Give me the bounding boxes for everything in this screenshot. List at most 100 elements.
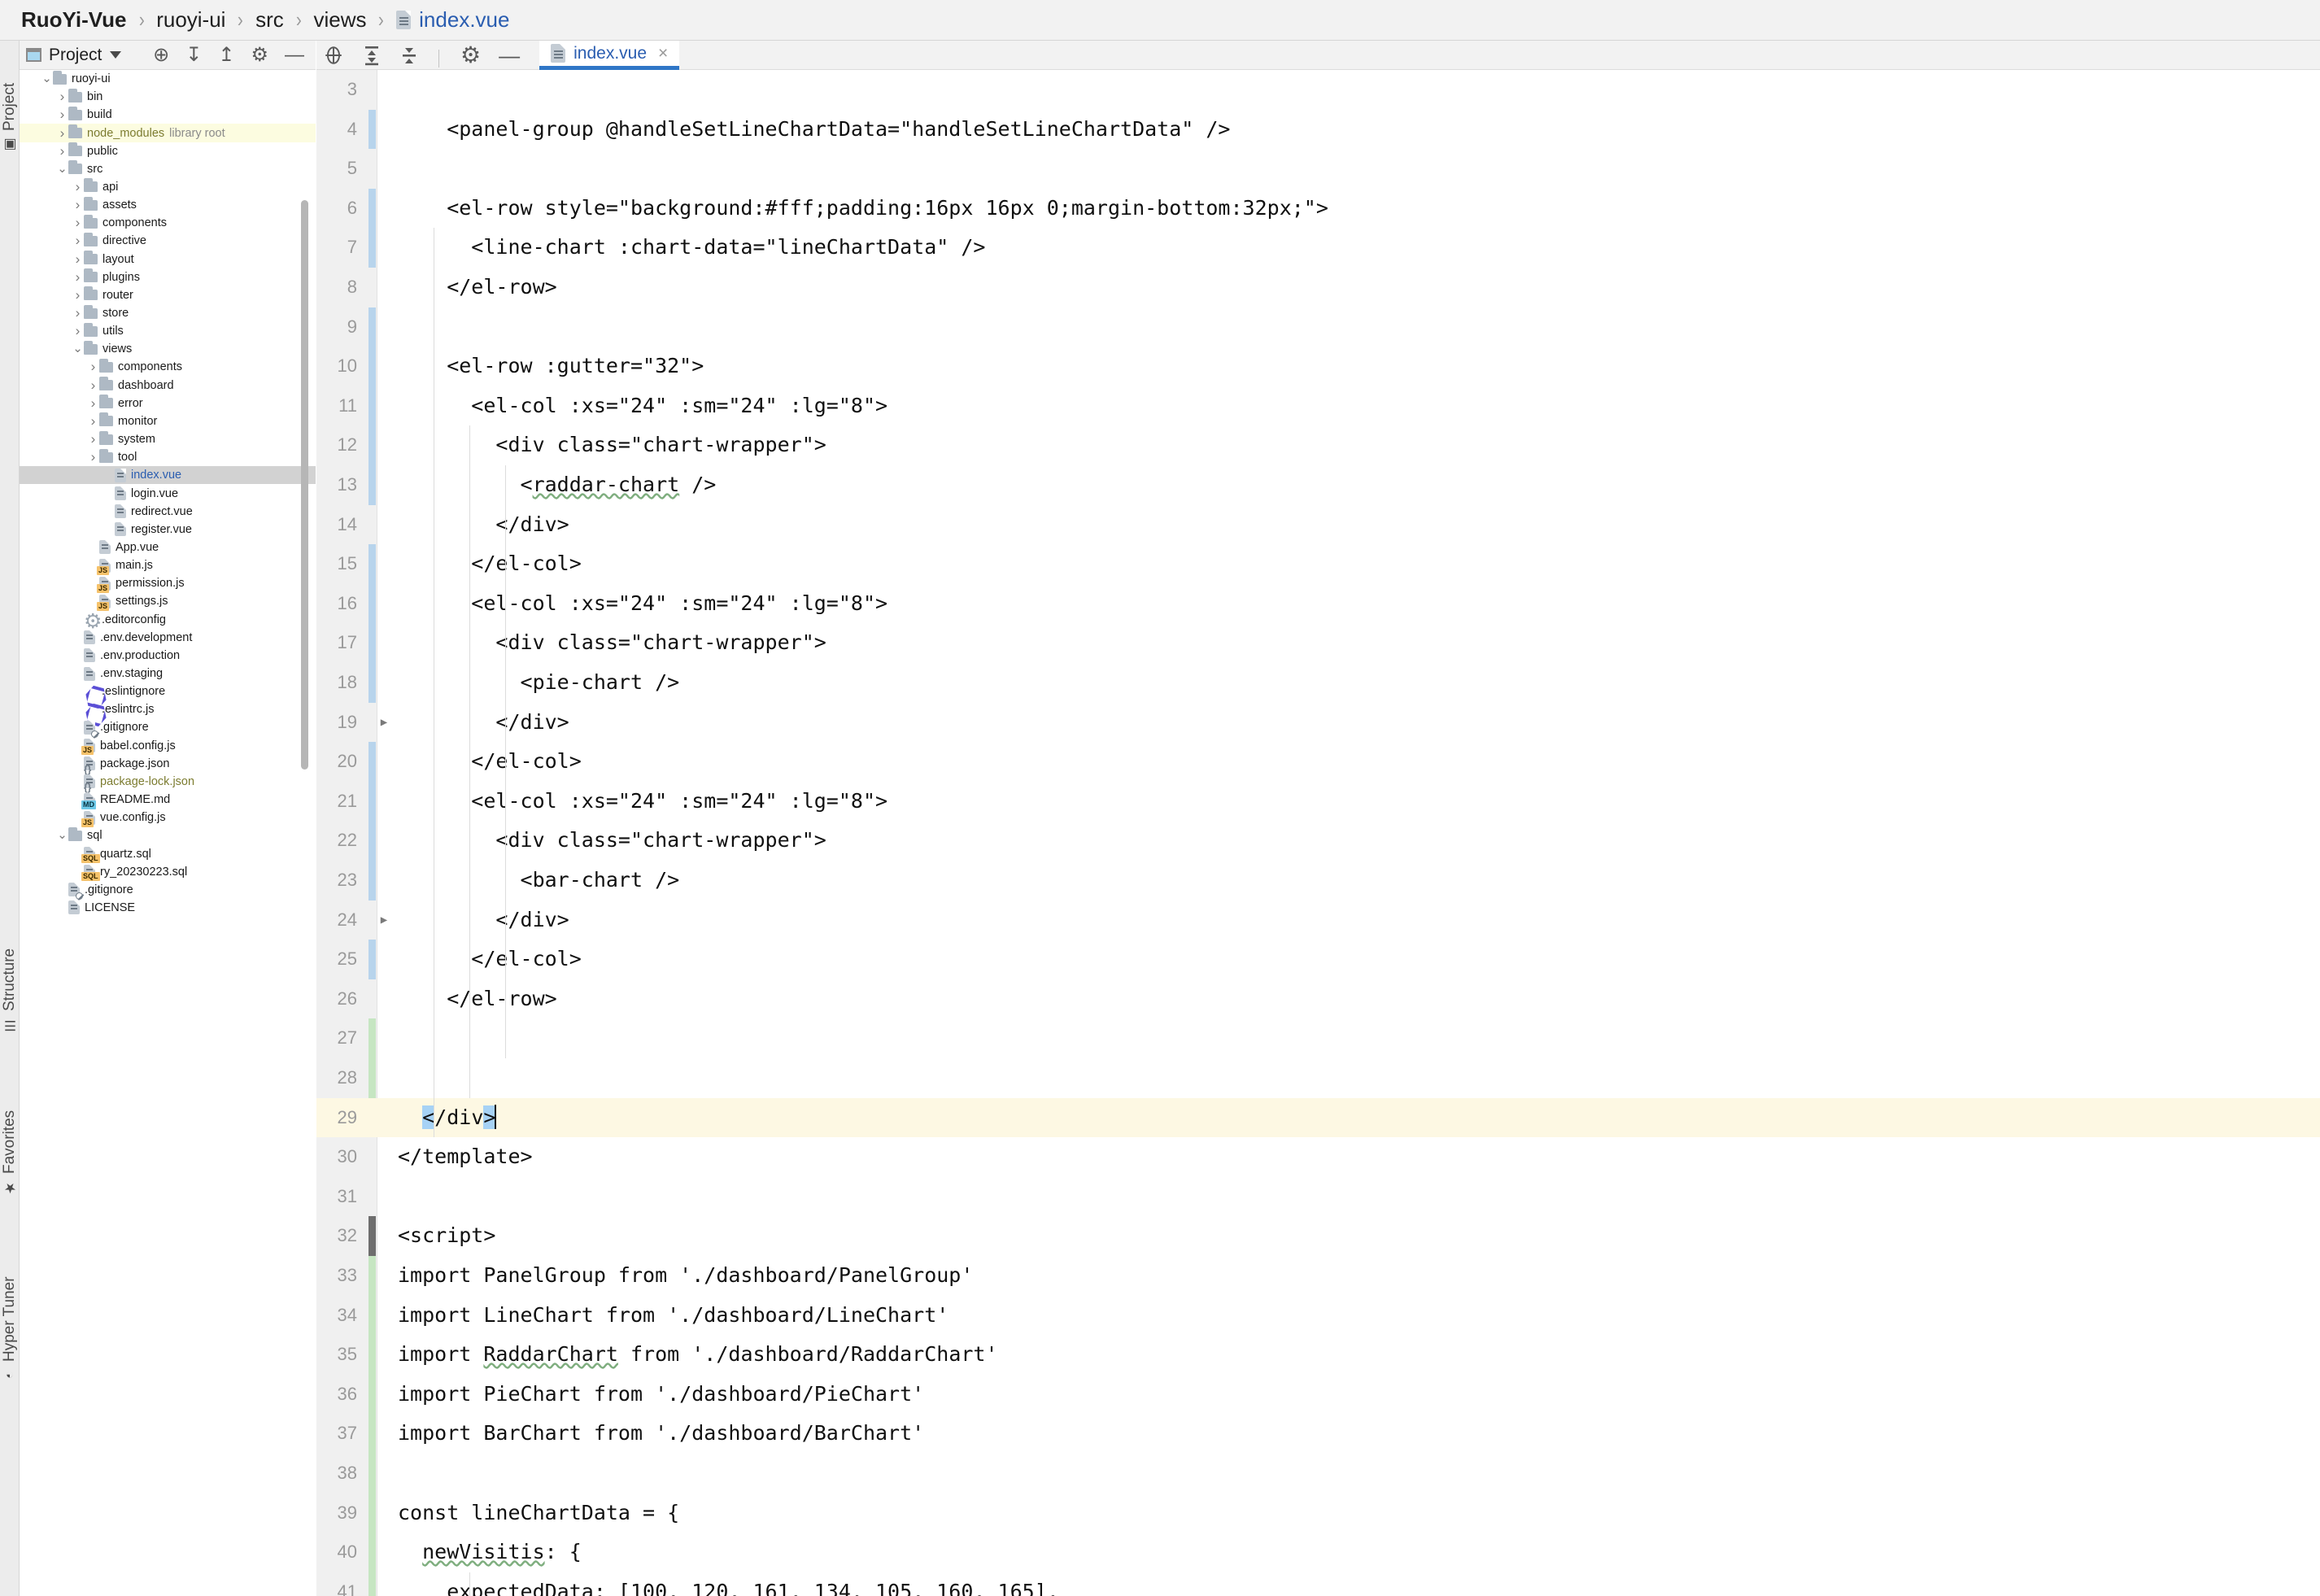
tree-folder-node_modules[interactable]: › node_modules library root (20, 124, 316, 142)
tree-folder-store[interactable]: › store (20, 304, 316, 322)
vcs-change-marker[interactable] (368, 1018, 376, 1058)
tree-file-permission.js[interactable]: JS permission.js (20, 574, 316, 593)
tree-file-.gitignore[interactable]: .gitignore (20, 881, 316, 900)
chevron-down-icon[interactable]: ⌄ (56, 163, 68, 175)
tree-file-vue.config.js[interactable]: JS vue.config.js (20, 809, 316, 827)
vcs-change-marker[interactable] (368, 663, 376, 703)
vcs-change-marker[interactable] (368, 940, 376, 979)
code-line-41[interactable]: 41 expectedData: [100, 120, 161, 134, 10… (316, 1572, 2320, 1596)
code-line-7[interactable]: 7 <line-chart :chart-data="lineChartData… (316, 228, 2320, 268)
code-line-15[interactable]: 15 </el-col> (316, 544, 2320, 584)
fold-arrow-icon[interactable]: ▶ (378, 900, 390, 940)
tree-file-.editorconfig[interactable]: .editorconfig (20, 611, 316, 629)
tree-file-.eslintignore[interactable]: .eslintignore (20, 682, 316, 700)
chevron-down-icon[interactable] (110, 51, 122, 59)
chevron-right-icon[interactable]: › (72, 324, 84, 338)
vcs-change-marker[interactable] (368, 1572, 376, 1596)
code-line-29[interactable]: 29 </div> (316, 1097, 2320, 1138)
tree-folder-assets[interactable]: › assets (20, 196, 316, 214)
tree-folder-layout[interactable]: › layout (20, 251, 316, 268)
vcs-change-marker[interactable] (368, 1493, 376, 1533)
tree-file-main.js[interactable]: JS main.js (20, 556, 316, 575)
tree-file-README.md[interactable]: MD README.md (20, 791, 316, 809)
vcs-change-marker[interactable] (368, 188, 376, 229)
project-file-tree[interactable]: ⌄ ruoyi-ui › bin › build › node_modules library … (20, 70, 316, 1596)
vcs-change-marker[interactable] (368, 821, 376, 861)
code-line-27[interactable]: 27 (316, 1018, 2320, 1058)
tree-file-package.json[interactable]: {} package.json (20, 755, 316, 774)
settings-gear-icon[interactable]: ⚙ (460, 44, 481, 67)
tree-folder-sql[interactable]: ⌄ sql (20, 826, 316, 844)
tree-folder-router[interactable]: › router (20, 286, 316, 304)
tree-file-.env.development[interactable]: .env.development (20, 629, 316, 647)
sidebar-item-project[interactable]: ▣ Project (0, 47, 20, 153)
code-line-38[interactable]: 38 (316, 1454, 2320, 1494)
breadcrumb-item-ruoyi-ui[interactable]: ruoyi-ui (156, 7, 225, 33)
vcs-change-marker[interactable] (368, 1216, 376, 1256)
tab-index-vue[interactable]: index.vue × (539, 41, 680, 70)
vcs-change-marker[interactable] (368, 781, 376, 822)
vcs-change-marker[interactable] (368, 861, 376, 900)
code-line-37[interactable]: 37 import BarChart from './dashboard/BarC… (316, 1414, 2320, 1454)
tree-folder-error[interactable]: › error (20, 395, 316, 412)
code-line-35[interactable]: 35 import RaddarChart from './dashboard/R… (316, 1335, 2320, 1375)
vcs-change-marker[interactable] (368, 742, 376, 782)
chevron-right-icon[interactable]: › (87, 396, 99, 410)
code-editor[interactable]: 34 <panel-group @handleSetLineChartData=… (316, 70, 2320, 1596)
vcs-change-marker[interactable] (368, 425, 376, 465)
chevron-right-icon[interactable]: › (72, 270, 84, 284)
tree-folder-plugins[interactable]: › plugins (20, 268, 316, 286)
tree-folder-dashboard[interactable]: › dashboard (20, 377, 316, 395)
vcs-change-marker[interactable] (368, 1454, 376, 1494)
tree-folder-tool[interactable]: › tool (20, 448, 316, 466)
vcs-change-marker[interactable] (368, 109, 376, 150)
tree-file-settings.js[interactable]: JS settings.js (20, 592, 316, 611)
tree-file-ry_20230223.sql[interactable]: SQL ry_20230223.sql (20, 863, 316, 882)
vcs-change-marker[interactable] (368, 228, 376, 268)
tree-file-.gitignore[interactable]: .gitignore (20, 718, 316, 738)
breadcrumb-item-index-vue[interactable]: index.vue (419, 7, 509, 33)
tree-folder-api[interactable]: › api (20, 178, 316, 196)
expand-all-icon[interactable] (362, 45, 382, 66)
code-line-23[interactable]: 23 <bar-chart /> (316, 861, 2320, 900)
tree-file-babel.config.js[interactable]: JS babel.config.js (20, 737, 316, 756)
chevron-right-icon[interactable]: › (72, 233, 84, 247)
chevron-down-icon[interactable]: ⌄ (41, 72, 53, 85)
vcs-change-marker[interactable] (368, 1335, 376, 1375)
chevron-right-icon[interactable]: › (87, 450, 99, 464)
tree-folder-utils[interactable]: › utils (20, 322, 316, 340)
sidebar-item-hyper-tuner[interactable]: ◔ Hyper Tuner (0, 1212, 20, 1383)
vcs-change-marker[interactable] (368, 623, 376, 663)
chevron-right-icon[interactable]: › (72, 288, 84, 302)
chevron-right-icon[interactable]: › (56, 107, 68, 121)
code-line-24[interactable]: 24 ▶ </div> (316, 900, 2320, 940)
code-line-17[interactable]: 17 <div class="chart-wrapper"> (316, 623, 2320, 663)
tree-folder-public[interactable]: › public (20, 142, 316, 160)
tree-file-.eslintrc.js[interactable]: .eslintrc.js (20, 700, 316, 718)
code-line-33[interactable]: 33 import PanelGroup from './dashboard/Pa… (316, 1256, 2320, 1296)
vcs-change-marker[interactable] (368, 1256, 376, 1296)
code-line-40[interactable]: 40 newVisitis: { (316, 1533, 2320, 1572)
collapse-all-icon[interactable] (399, 45, 419, 66)
chevron-right-icon[interactable]: › (87, 432, 99, 446)
code-line-30[interactable]: 30 </template> (316, 1137, 2320, 1177)
tree-file-package-lock.json[interactable]: {} package-lock.json (20, 773, 316, 792)
chevron-right-icon[interactable]: › (72, 198, 84, 211)
tree-file-.env.staging[interactable]: .env.staging (20, 665, 316, 682)
chevron-right-icon[interactable]: › (87, 378, 99, 392)
vcs-change-marker[interactable] (368, 1414, 376, 1454)
tree-folder-components[interactable]: › components (20, 358, 316, 376)
code-line-32[interactable]: 32 <script> (316, 1216, 2320, 1256)
code-line-34[interactable]: 34 import LineChart from './dashboard/Lin… (316, 1295, 2320, 1336)
chevron-right-icon[interactable]: › (72, 252, 84, 266)
tree-file-register.vue[interactable]: register.vue (20, 521, 316, 539)
settings-gear-icon[interactable]: ⚙ (251, 45, 268, 64)
code-line-25[interactable]: 25 </el-col> (316, 940, 2320, 979)
tree-file-App.vue[interactable]: App.vue (20, 539, 316, 556)
tree-folder-monitor[interactable]: › monitor (20, 412, 316, 430)
chevron-right-icon[interactable]: › (72, 216, 84, 229)
tree-file-LICENSE[interactable]: LICENSE (20, 899, 316, 917)
tree-file-redirect.vue[interactable]: redirect.vue (20, 503, 316, 521)
code-line-14[interactable]: 14 </div> (316, 505, 2320, 545)
tree-folder-ruoyi-ui[interactable]: ⌄ ruoyi-ui (20, 70, 316, 88)
